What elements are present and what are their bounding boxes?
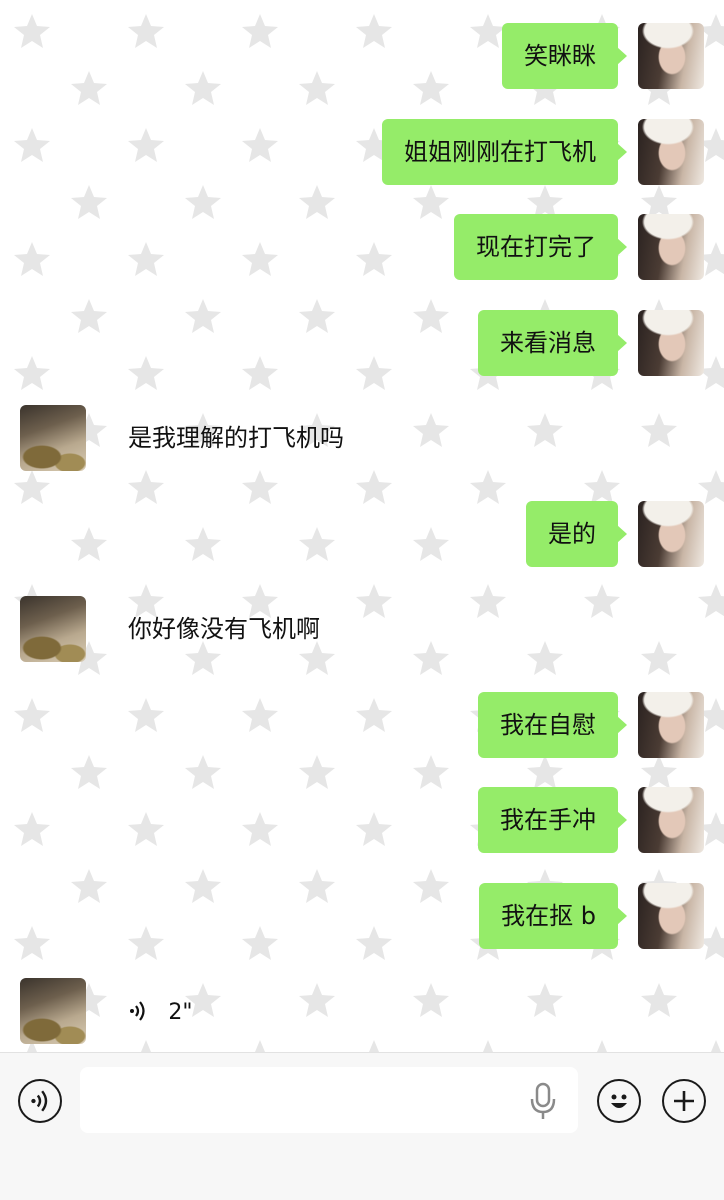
message-bubble[interactable]: 姐姐刚刚在打飞机 <box>382 119 627 185</box>
contact-avatar[interactable] <box>20 978 86 1044</box>
message-bubble[interactable]: 笑眯眯 <box>502 23 627 89</box>
emoji-button[interactable] <box>597 1079 641 1123</box>
message-row-sent: 我在自慰 <box>0 692 724 758</box>
message-bubble[interactable]: 来看消息 <box>478 310 627 376</box>
message-row-sent: 是的 <box>0 501 724 567</box>
message-row-sent: 笑眯眯 <box>0 23 724 89</box>
plus-icon <box>674 1091 694 1111</box>
chat-message-list[interactable]: 笑眯眯 姐姐刚刚在打飞机 现在打完了 来看消息 是我理解的打飞机吗 是的 你好像… <box>0 0 724 1052</box>
contact-avatar[interactable] <box>20 596 86 662</box>
voice-wave-icon <box>31 1090 48 1112</box>
contact-avatar[interactable] <box>20 405 86 471</box>
my-avatar[interactable] <box>638 310 704 376</box>
voice-wave-icon <box>128 1000 156 1024</box>
my-avatar[interactable] <box>638 883 704 949</box>
more-plus-button[interactable] <box>662 1079 706 1123</box>
message-bubble[interactable]: 我在自慰 <box>478 692 627 758</box>
message-input[interactable] <box>80 1067 578 1133</box>
message-bubble[interactable]: 是的 <box>526 501 627 567</box>
message-row-sent: 现在打完了 <box>0 214 724 280</box>
message-bubble[interactable]: 你好像没有飞机啊 <box>106 596 342 662</box>
my-avatar[interactable] <box>638 214 704 280</box>
my-avatar[interactable] <box>638 501 704 567</box>
message-row-sent: 我在抠 b <box>0 883 724 949</box>
message-bubble[interactable]: 我在手冲 <box>478 787 627 853</box>
message-row-sent: 姐姐刚刚在打飞机 <box>0 119 724 185</box>
my-avatar[interactable] <box>638 119 704 185</box>
voice-toggle-button[interactable] <box>18 1079 62 1123</box>
message-row-sent: 我在手冲 <box>0 787 724 853</box>
message-row-received: 2" <box>0 978 724 1044</box>
message-bubble[interactable]: 现在打完了 <box>454 214 627 280</box>
input-bar <box>0 1052 724 1200</box>
message-bubble[interactable]: 我在抠 b <box>479 883 627 949</box>
microphone-icon[interactable] <box>526 1081 560 1121</box>
message-bubble[interactable]: 是我理解的打飞机吗 <box>106 405 366 471</box>
my-avatar[interactable] <box>638 23 704 89</box>
my-avatar[interactable] <box>638 692 704 758</box>
voice-message-bubble[interactable]: 2" <box>106 978 214 1044</box>
voice-duration: 2" <box>168 1000 193 1025</box>
message-row-sent: 来看消息 <box>0 310 724 376</box>
my-avatar[interactable] <box>638 787 704 853</box>
message-row-received: 是我理解的打飞机吗 <box>0 405 724 471</box>
smiley-icon <box>611 1094 627 1108</box>
message-row-received: 你好像没有飞机啊 <box>0 596 724 662</box>
